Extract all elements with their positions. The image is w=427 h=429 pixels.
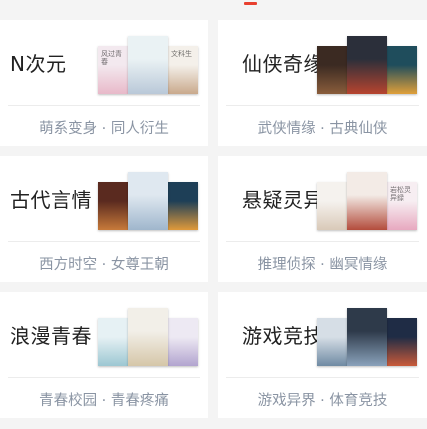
- cover-title: 文科生: [171, 50, 192, 58]
- cover-title: 岩松灵异録: [390, 186, 411, 202]
- book-cover-image: [98, 182, 128, 230]
- cover-artwork: [168, 201, 198, 230]
- book-cover-image: [347, 172, 387, 230]
- book-cover-image: [347, 308, 387, 366]
- book-cover-image: [128, 36, 168, 94]
- category-tags: 青春校园 · 青春疼痛: [39, 393, 169, 409]
- category-card-langman-qingchun[interactable]: 浪漫青春青春校园 · 青春疼痛: [0, 292, 208, 418]
- cover-artwork: [347, 195, 387, 230]
- cover-artwork: [98, 201, 128, 230]
- category-name: 悬疑灵异: [242, 188, 324, 212]
- cover-artwork: [387, 337, 417, 366]
- book-covers: 风过青春 文科生: [98, 36, 198, 94]
- cover-artwork: [317, 337, 347, 366]
- cover-artwork: [128, 195, 168, 230]
- category-name: N次元: [10, 52, 67, 76]
- book-cover-image: [387, 318, 417, 366]
- category-card-n-ciyuan[interactable]: N次元 风过青春 文科生萌系变身 · 同人衍生: [0, 20, 208, 146]
- cover-artwork: [347, 59, 387, 94]
- category-grid: N次元 风过青春 文科生萌系变身 · 同人衍生 仙侠奇缘武侠情缘 · 古典仙侠古代言情…: [0, 20, 427, 418]
- book-cover-image: [317, 46, 347, 94]
- cover-artwork: [98, 65, 128, 94]
- cover-artwork: [168, 65, 198, 94]
- book-covers: [317, 36, 417, 94]
- category-name: 浪漫青春: [10, 324, 92, 348]
- category-name: 仙侠奇缘: [242, 52, 324, 76]
- cover-artwork: [128, 331, 168, 366]
- category-card-xuanyi-lingyi[interactable]: 悬疑灵异 岩松灵异録推理侦探 · 幽冥情缘: [218, 156, 427, 282]
- category-card-youxi-jingji[interactable]: 游戏竞技游戏异界 · 体育竞技: [218, 292, 427, 418]
- book-cover-image: [98, 318, 128, 366]
- book-cover-image: 风过青春: [98, 46, 128, 94]
- category-tags: 武侠情缘 · 古典仙侠: [257, 121, 388, 137]
- cover-artwork: [317, 65, 347, 94]
- category-tags: 推理侦探 · 幽冥情缘: [257, 257, 388, 273]
- book-cover-image: [128, 172, 168, 230]
- book-covers: [317, 308, 417, 366]
- book-cover-image: [317, 318, 347, 366]
- cover-artwork: [347, 331, 387, 366]
- cover-artwork: [387, 65, 417, 94]
- category-name: 游戏竞技: [242, 324, 324, 348]
- divider: [8, 241, 200, 242]
- book-covers: 岩松灵异録: [317, 172, 417, 230]
- category-card-gudai-yanqing[interactable]: 古代言情西方时空 · 女尊王朝: [0, 156, 208, 282]
- book-cover-image: [347, 36, 387, 94]
- divider: [8, 105, 200, 106]
- cover-artwork: [98, 337, 128, 366]
- book-covers: [98, 172, 198, 230]
- book-cover-image: 文科生: [168, 46, 198, 94]
- category-tags: 西方时空 · 女尊王朝: [39, 257, 169, 273]
- book-cover-image: [128, 308, 168, 366]
- category-tags: 萌系变身 · 同人衍生: [39, 121, 169, 137]
- book-covers: [98, 308, 198, 366]
- category-name: 古代言情: [10, 188, 92, 212]
- category-tags: 游戏异界 · 体育竞技: [257, 393, 388, 409]
- divider: [226, 377, 419, 378]
- cover-artwork: [128, 59, 168, 94]
- active-tab-indicator: [244, 2, 257, 5]
- divider: [226, 105, 419, 106]
- book-cover-image: [168, 318, 198, 366]
- book-cover-image: [387, 46, 417, 94]
- cover-title: 风过青春: [101, 50, 122, 66]
- cover-artwork: [168, 337, 198, 366]
- book-cover-image: [168, 182, 198, 230]
- book-cover-image: [317, 182, 347, 230]
- divider: [226, 241, 419, 242]
- cover-artwork: [387, 201, 417, 230]
- category-card-xianxia-qiyuan[interactable]: 仙侠奇缘武侠情缘 · 古典仙侠: [218, 20, 427, 146]
- cover-artwork: [317, 201, 347, 230]
- book-cover-image: 岩松灵异録: [387, 182, 417, 230]
- divider: [8, 377, 200, 378]
